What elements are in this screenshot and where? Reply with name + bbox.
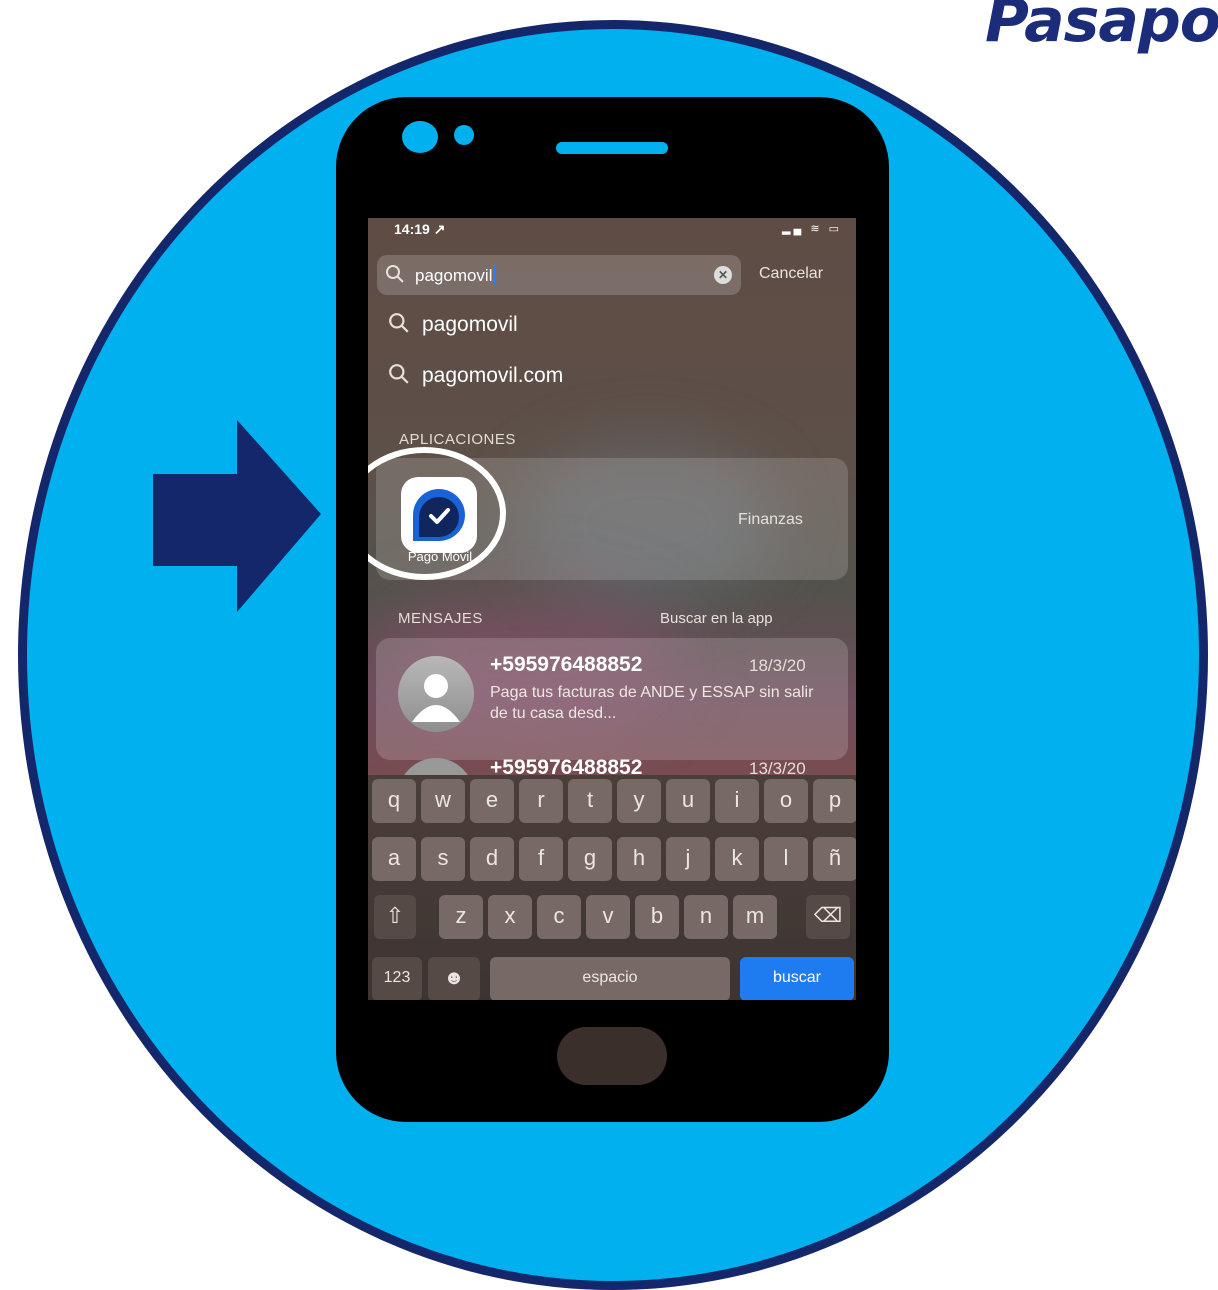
key-j[interactable]: j (666, 837, 710, 881)
cancel-button[interactable]: Cancelar (759, 265, 823, 283)
key-u[interactable]: u (666, 779, 710, 823)
key-f[interactable]: f (519, 837, 563, 881)
person-icon (412, 674, 460, 722)
suggestion-item[interactable]: pagomovil (388, 312, 518, 337)
key-l[interactable]: l (764, 837, 808, 881)
suggestion-label: pagomovil (422, 313, 518, 336)
search-icon (389, 313, 409, 333)
key-s[interactable]: s (421, 837, 465, 881)
key-h[interactable]: h (617, 837, 661, 881)
message-preview: Paga tus facturas de ANDE y ESSAP sin sa… (490, 684, 814, 722)
message-sender: +595976488852 (490, 653, 643, 676)
search-input[interactable]: pagomovil ✕ (377, 255, 741, 295)
search-key[interactable]: buscar (740, 957, 854, 1000)
key-e[interactable]: e (470, 779, 514, 823)
phone-screen: 14:19 ↗ ▂▄ ≋ ▭ pagomovil ✕ Cancelar pago… (368, 218, 856, 1000)
key-o[interactable]: o (764, 779, 808, 823)
key-q[interactable]: q (372, 779, 416, 823)
key-d[interactable]: d (470, 837, 514, 881)
space-key[interactable]: espacio (490, 957, 730, 1000)
section-header-applications: APLICACIONES (399, 431, 516, 448)
key-p[interactable]: p (813, 779, 856, 823)
status-icons: ▂▄ ≋ ▭ (782, 223, 842, 235)
key-v[interactable]: v (586, 895, 630, 939)
shift-key[interactable]: ⇧ (374, 895, 416, 939)
clear-search-button[interactable]: ✕ (714, 266, 732, 284)
delete-key[interactable]: ⌫ (806, 895, 850, 939)
key-y[interactable]: y (617, 779, 661, 823)
key-x[interactable]: x (488, 895, 532, 939)
text-cursor (492, 265, 495, 285)
front-camera-icon (402, 121, 438, 153)
key-k[interactable]: k (715, 837, 759, 881)
key-w[interactable]: w (421, 779, 465, 823)
home-button[interactable] (557, 1027, 667, 1085)
key-c[interactable]: c (537, 895, 581, 939)
emoji-key[interactable]: ☻ (428, 957, 480, 1000)
suggestion-item[interactable]: pagomovil.com (388, 363, 563, 388)
suggestion-label: pagomovil.com (422, 364, 564, 387)
pointer-arrow-icon (153, 420, 321, 612)
key-z[interactable]: z (439, 895, 483, 939)
status-time: 14:19 ↗ (394, 221, 446, 237)
key-r[interactable]: r (519, 779, 563, 823)
on-screen-keyboard: qwertyuiop asdfghjklñ ⇧ ⌫ zxcvbnm 123 ☻ … (368, 775, 856, 1000)
search-in-app-link[interactable]: Buscar en la app (660, 610, 773, 627)
keyboard-row-1: qwertyuiop (368, 779, 856, 823)
app-category-label: Finanzas (738, 511, 803, 528)
key-b[interactable]: b (635, 895, 679, 939)
message-date: 18/3/20 (749, 656, 806, 675)
key-n[interactable]: n (684, 895, 728, 939)
key-g[interactable]: g (568, 837, 612, 881)
sensor-icon (454, 125, 474, 145)
key-ñ[interactable]: ñ (813, 837, 856, 881)
keyboard-row-3: ⇧ ⌫ zxcvbnm (368, 895, 856, 939)
search-value: pagomovil (415, 266, 493, 285)
avatar (398, 656, 474, 732)
section-header-messages: MENSAJES (398, 610, 483, 627)
keyboard-row-4: 123 ☻ espacio buscar (368, 957, 856, 1000)
search-icon (386, 265, 404, 283)
key-t[interactable]: t (568, 779, 612, 823)
key-m[interactable]: m (733, 895, 777, 939)
brand-title: Pasapo (985, 0, 1218, 56)
keyboard-row-2: asdfghjklñ (368, 837, 856, 881)
numbers-key[interactable]: 123 (372, 957, 422, 1000)
key-a[interactable]: a (372, 837, 416, 881)
search-icon (389, 364, 409, 384)
speaker-grille (556, 142, 668, 154)
key-i[interactable]: i (715, 779, 759, 823)
